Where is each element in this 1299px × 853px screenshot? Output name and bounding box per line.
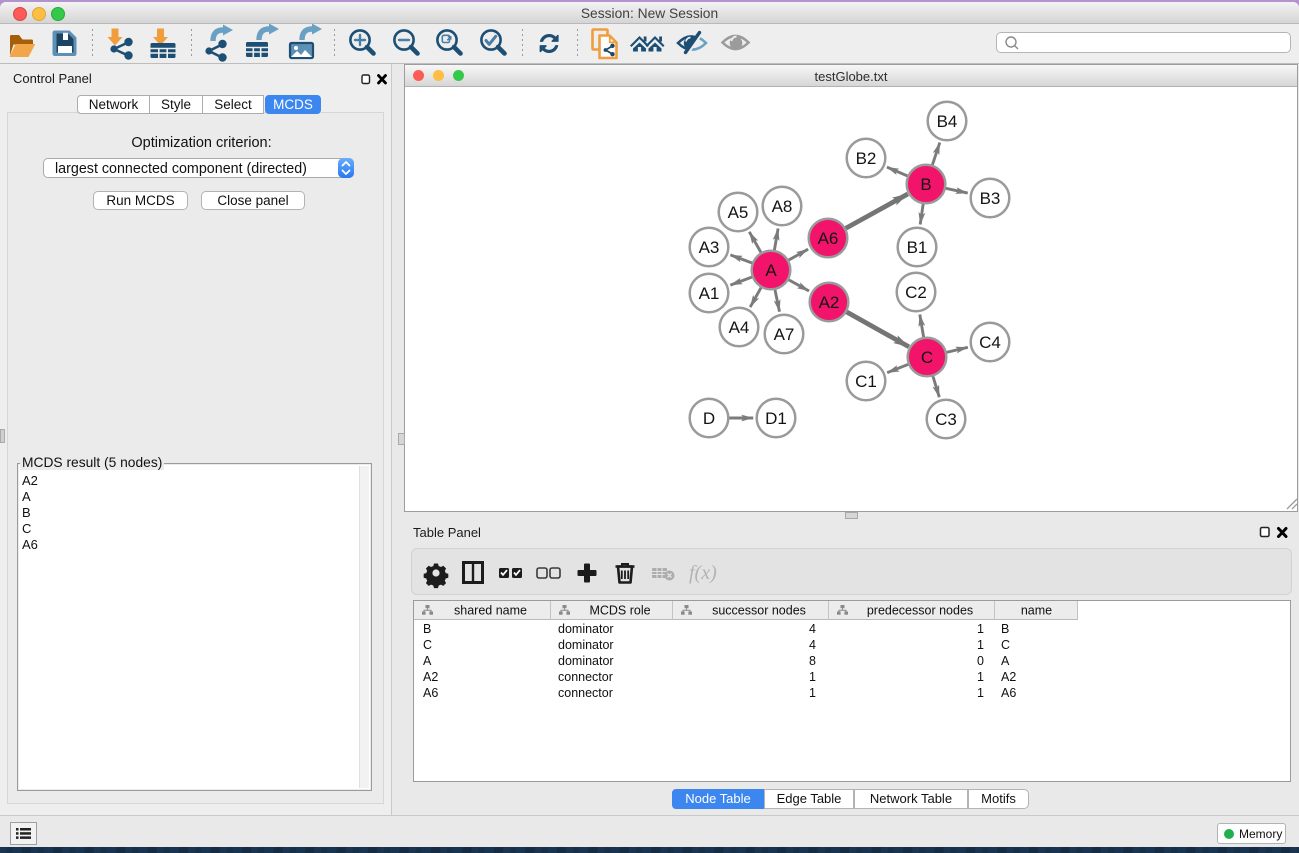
svg-text:C2: C2 xyxy=(905,283,927,302)
svg-text:A2: A2 xyxy=(819,293,840,312)
svg-text:A: A xyxy=(765,261,777,280)
svg-text:C1: C1 xyxy=(855,372,877,391)
svg-text:B2: B2 xyxy=(856,149,877,168)
svg-text:A4: A4 xyxy=(729,318,750,337)
svg-text:B: B xyxy=(920,175,931,194)
svg-text:B4: B4 xyxy=(937,112,958,131)
svg-text:name: name xyxy=(1021,604,1052,618)
svg-text:A8: A8 xyxy=(772,197,793,216)
svg-text:D1: D1 xyxy=(765,409,787,428)
svg-text:A6: A6 xyxy=(818,229,839,248)
svg-text:successor nodes: successor nodes xyxy=(712,604,806,618)
svg-text:C: C xyxy=(921,348,933,367)
svg-text:D: D xyxy=(703,409,715,428)
svg-text:B3: B3 xyxy=(980,189,1001,208)
svg-text:B1: B1 xyxy=(907,238,928,257)
svg-text:A1: A1 xyxy=(699,284,720,303)
svg-text:MCDS role: MCDS role xyxy=(589,604,650,618)
svg-text:C3: C3 xyxy=(935,410,957,429)
svg-text:predecessor nodes: predecessor nodes xyxy=(867,604,973,618)
svg-text:shared name: shared name xyxy=(454,604,527,618)
svg-text:C4: C4 xyxy=(979,333,1001,352)
svg-text:A5: A5 xyxy=(728,203,749,222)
svg-text:A7: A7 xyxy=(774,325,795,344)
svg-text:A3: A3 xyxy=(699,238,720,257)
svg-text:f(x): f(x) xyxy=(689,562,717,584)
